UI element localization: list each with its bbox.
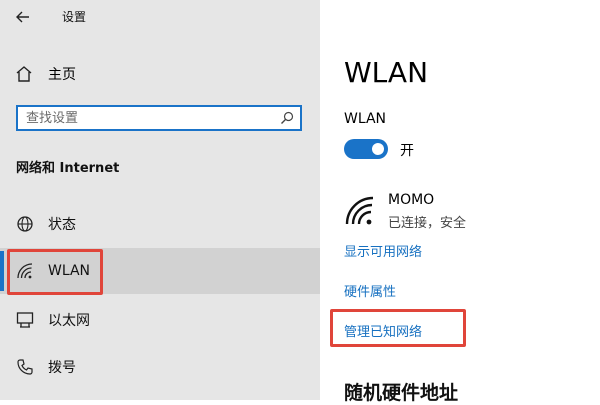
sidebar-item-dialup-label: 拨号: [48, 360, 76, 376]
wlan-toggle[interactable]: [344, 139, 388, 159]
sidebar-item-home[interactable]: 主页: [14, 62, 314, 86]
network-name[interactable]: MOMO: [388, 192, 434, 208]
search-box[interactable]: [16, 105, 302, 131]
random-hardware-address-heading: 随机硬件地址: [344, 382, 459, 404]
sidebar-item-dialup[interactable]: 拨号: [0, 344, 320, 390]
sidebar-item-ethernet-label: 以太网: [48, 313, 90, 329]
hardware-properties-link[interactable]: 硬件属性: [344, 281, 396, 300]
page-title: WLAN: [344, 56, 429, 89]
search-input[interactable]: [26, 109, 266, 127]
toggle-knob: [372, 143, 384, 155]
selection-indicator: [0, 251, 4, 291]
highlight-box-wlan: [7, 249, 103, 295]
sidebar-item-status[interactable]: 状态: [0, 201, 320, 247]
search-icon[interactable]: [280, 111, 294, 125]
back-arrow-icon: [16, 11, 29, 23]
ethernet-icon: [14, 309, 36, 331]
sidebar: 设置 主页 网络和 Internet 状态: [0, 0, 320, 400]
dialup-icon: [14, 356, 36, 378]
app-title: 设置: [62, 10, 87, 24]
highlight-box-manage-networks: [330, 309, 466, 347]
sidebar-item-status-label: 状态: [48, 217, 76, 233]
toggle-state-text: 开: [400, 143, 414, 159]
network-status: 已连接，安全: [388, 216, 467, 231]
wlan-toggle-label: WLAN: [344, 111, 387, 127]
wifi-signal-icon: [345, 196, 374, 225]
main-content: WLAN WLAN 开 MOMO 已连接，安全 显示可用网络 硬件属性 管理已知…: [320, 0, 600, 404]
home-icon: [16, 66, 32, 82]
back-button[interactable]: [10, 6, 36, 28]
sidebar-item-ethernet[interactable]: 以太网: [0, 297, 320, 343]
show-available-networks-link[interactable]: 显示可用网络: [344, 241, 422, 260]
sidebar-item-home-label: 主页: [48, 67, 76, 83]
globe-icon: [14, 213, 36, 235]
section-title-network: 网络和 Internet: [16, 161, 120, 176]
